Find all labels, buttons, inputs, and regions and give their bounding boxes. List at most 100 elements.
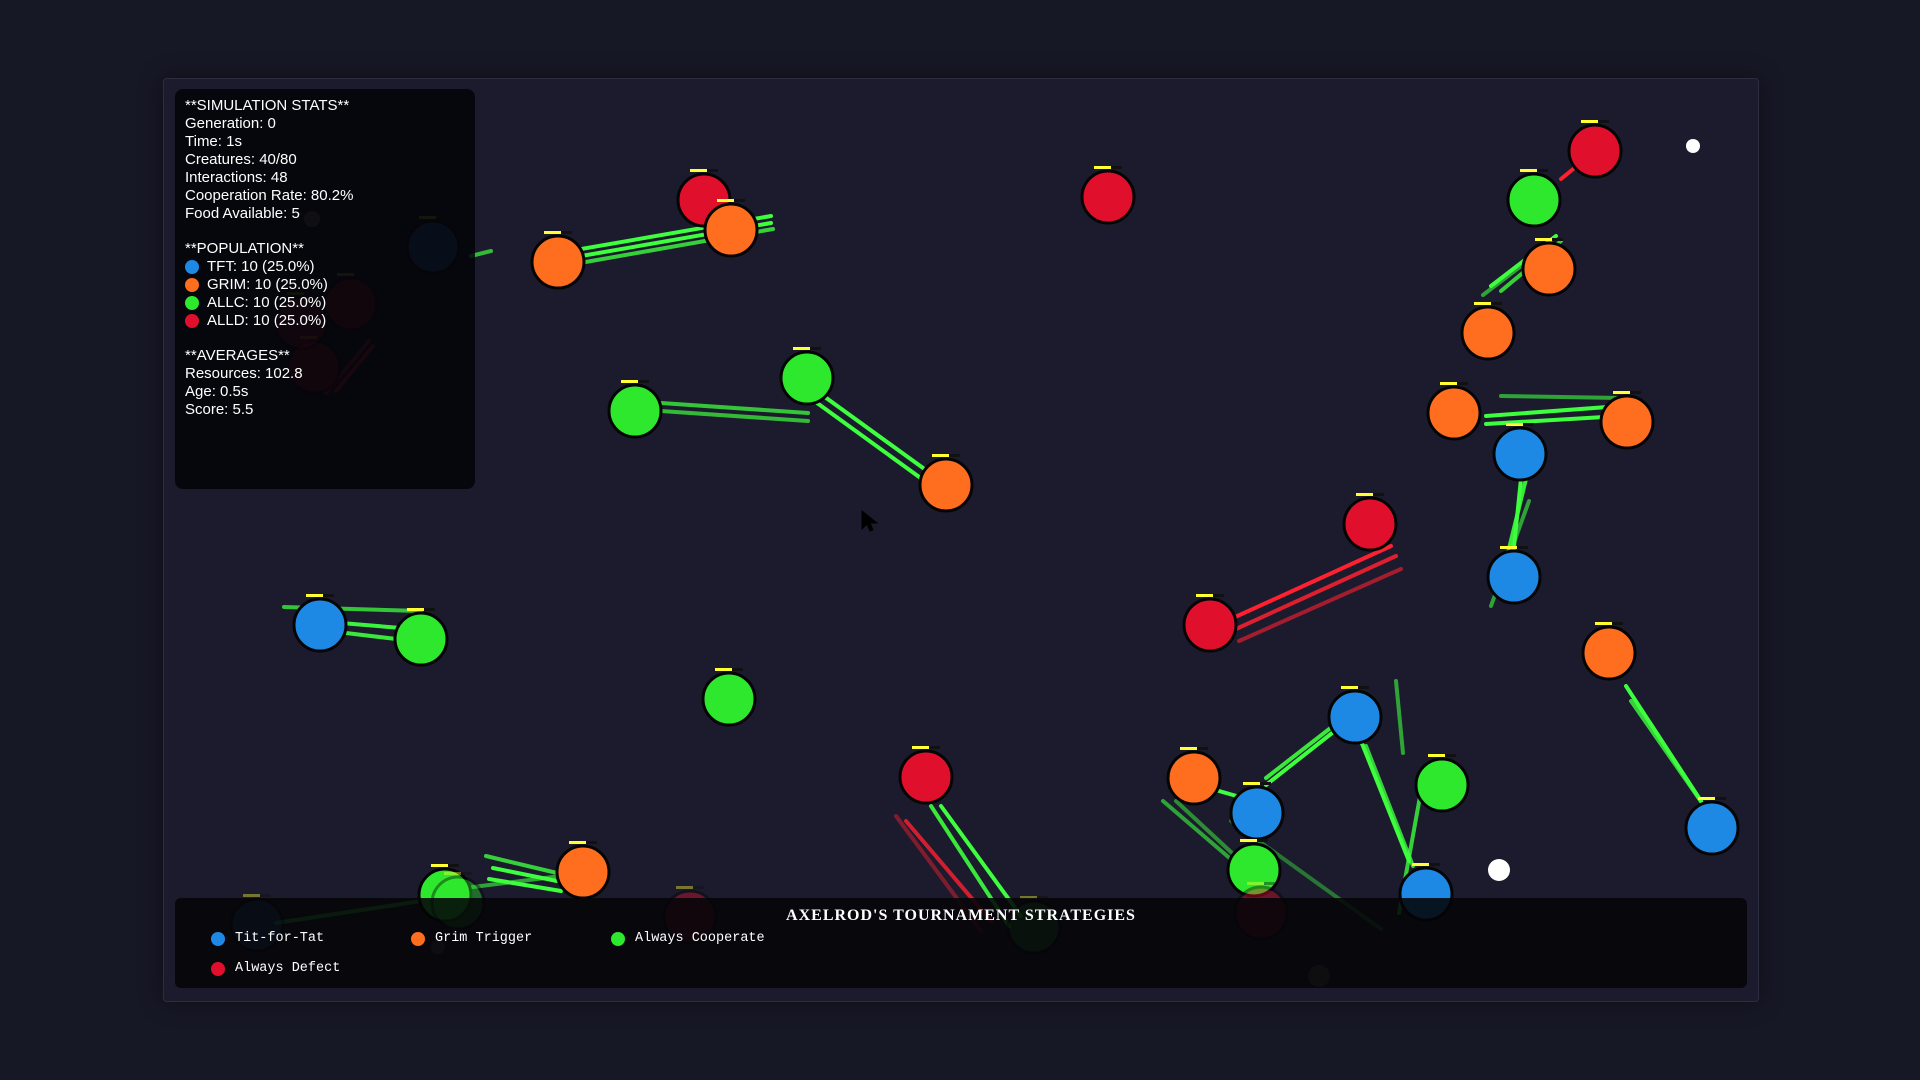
- health-bar-fill: [1428, 754, 1445, 757]
- health-bar-fill: [1243, 782, 1260, 785]
- creature-body: [703, 202, 759, 258]
- creature-body: [701, 671, 757, 727]
- health-bar-fill: [676, 886, 693, 889]
- creature-body: [1460, 305, 1516, 361]
- creature-grim: [555, 841, 611, 900]
- creature-allc: [393, 608, 449, 667]
- health-bar-fill: [1698, 797, 1715, 800]
- creature-body: [1426, 385, 1482, 441]
- tft-color-dot: [185, 260, 199, 274]
- stat-food-available: Food Available: 5: [185, 205, 300, 222]
- health-bar-fill: [1094, 166, 1111, 169]
- health-bar-fill: [444, 872, 461, 875]
- creature-body: [898, 749, 954, 805]
- cooperation-link: [1629, 699, 1711, 815]
- cooperation-link: [1394, 679, 1405, 755]
- creature-body: [1599, 394, 1655, 450]
- population-grim-label: GRIM: 10 (25.0%): [207, 276, 328, 293]
- creature-grim: [530, 231, 586, 290]
- creature-allc: [779, 347, 835, 406]
- alld-color-dot: [185, 314, 199, 328]
- creature-body: [555, 844, 611, 900]
- health-bar-fill: [1613, 391, 1630, 394]
- creature-tft: [1492, 423, 1548, 482]
- allc-color-dot: [185, 296, 199, 310]
- legend-label: Tit-for-Tat: [235, 931, 325, 946]
- creature-body: [292, 597, 348, 653]
- cooperation-link: [1161, 799, 1235, 863]
- creature-body: [1080, 169, 1136, 225]
- health-bar-fill: [569, 841, 586, 844]
- health-bar-fill: [793, 347, 810, 350]
- legend-item-always-defect: Always Defect: [211, 961, 340, 976]
- creature-allc: [701, 668, 757, 727]
- creature-body: [1521, 241, 1577, 297]
- stats-title: **SIMULATION STATS**: [185, 97, 350, 114]
- legend-label: Always Cooperate: [635, 931, 765, 946]
- stat-time: Time: 1s: [185, 133, 242, 150]
- health-bar-fill: [1535, 238, 1552, 241]
- creature-body: [1327, 689, 1383, 745]
- population-title: **POPULATION**: [185, 240, 304, 257]
- avg-resources: Resources: 102.8: [185, 365, 303, 382]
- legend-item-always-cooperate: Always Cooperate: [611, 931, 765, 946]
- stat-interactions: Interactions: 48: [185, 169, 288, 186]
- health-bar-fill: [932, 454, 949, 457]
- creature-body: [1492, 426, 1548, 482]
- creature-grim: [1166, 747, 1222, 806]
- averages-title: **AVERAGES**: [185, 347, 290, 364]
- creature-allc: [1414, 754, 1470, 813]
- grim-color-dot: [185, 278, 199, 292]
- health-bar-fill: [1240, 839, 1257, 842]
- creature-body: [1684, 800, 1740, 856]
- stats-panel: **SIMULATION STATS** Generation: 0 Time:…: [175, 89, 475, 489]
- health-bar-fill: [912, 746, 929, 749]
- population-alld: ALLD: 10 (25.0%): [185, 312, 465, 330]
- creature-body: [1229, 785, 1285, 841]
- creature-grim: [1521, 238, 1577, 297]
- health-bar-fill: [1247, 882, 1264, 885]
- stat-generation: Generation: 0: [185, 115, 276, 132]
- health-bar-fill: [1506, 423, 1523, 426]
- simulation-canvas-frame[interactable]: **SIMULATION STATS** Generation: 0 Time:…: [163, 78, 1759, 1002]
- cooperation-link: [1264, 721, 1339, 780]
- food-pellet: [1686, 139, 1700, 153]
- creature-alld: [1342, 493, 1398, 552]
- stat-cooperation-rate: Cooperation Rate: 80.2%: [185, 187, 354, 204]
- legend-title: AXELROD'S TOURNAMENT STRATEGIES: [786, 907, 1136, 924]
- creature-body: [393, 611, 449, 667]
- creature-body: [1342, 496, 1398, 552]
- creature-grim: [1460, 302, 1516, 361]
- creature-tft: [1327, 686, 1383, 745]
- creature-body: [1581, 625, 1637, 681]
- health-bar-fill: [715, 668, 732, 671]
- creature-body: [918, 457, 974, 513]
- creature-body: [1506, 172, 1562, 228]
- mouse-pointer-icon: [861, 510, 879, 532]
- health-bar-fill: [407, 608, 424, 611]
- health-bar-fill: [1474, 302, 1491, 305]
- cooperation-link: [816, 390, 943, 483]
- creature-tft: [1486, 546, 1542, 605]
- avg-age: Age: 0.5s: [185, 383, 249, 400]
- cooperation-link: [1264, 724, 1343, 787]
- health-bar-fill: [621, 380, 638, 383]
- creature-body: [1414, 757, 1470, 813]
- health-bar-fill: [1180, 747, 1197, 750]
- health-bar-fill: [717, 199, 734, 202]
- population-tft: TFT: 10 (25.0%): [185, 258, 465, 276]
- creature-tft: [1229, 782, 1285, 841]
- creature-alld: [1567, 120, 1623, 179]
- health-bar-fill: [1595, 622, 1612, 625]
- health-bar-fill: [1520, 169, 1537, 172]
- population-allc-label: ALLC: 10 (25.0%): [207, 294, 327, 311]
- creature-grim: [1581, 622, 1637, 681]
- grim-legend-dot: [411, 931, 425, 946]
- creature-grim: [918, 454, 974, 513]
- health-bar-fill: [243, 894, 260, 897]
- cooperation-link: [1499, 394, 1623, 400]
- creature-body: [1486, 549, 1542, 605]
- creature-alld: [898, 746, 954, 805]
- creature-allc: [1506, 169, 1562, 228]
- creature-body: [1182, 597, 1238, 653]
